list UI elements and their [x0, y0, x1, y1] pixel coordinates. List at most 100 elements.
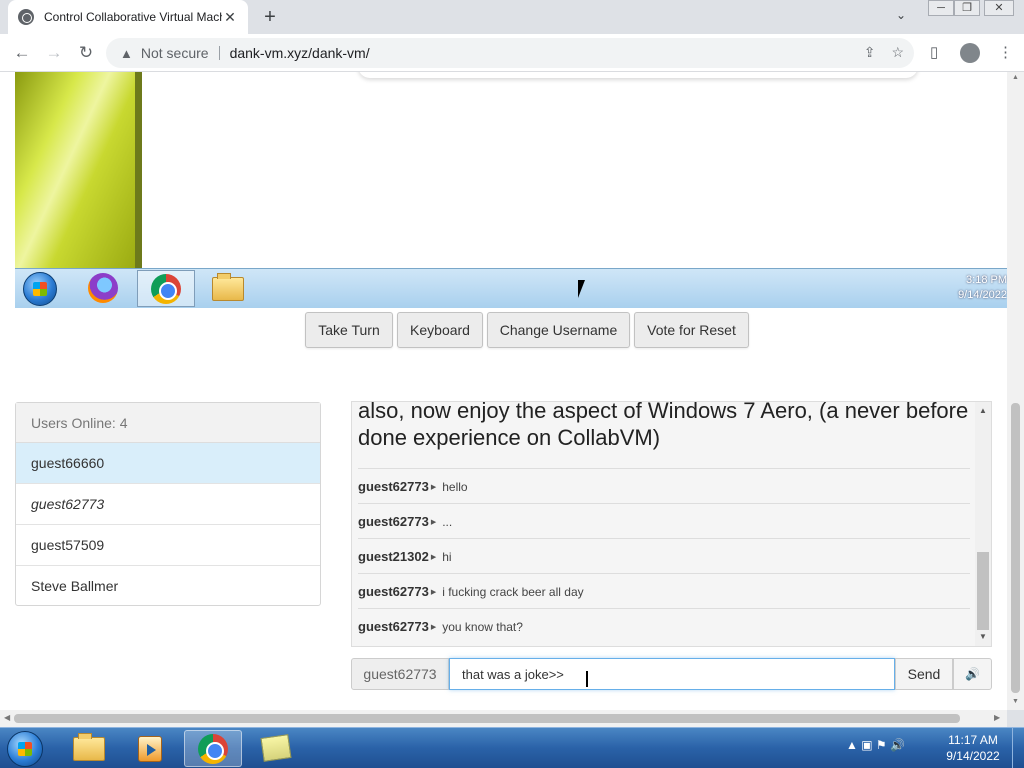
- vm-screen[interactable]: 3:18 PM 9/14/2022: [15, 72, 1007, 308]
- vote-reset-button[interactable]: Vote for Reset: [634, 312, 749, 348]
- vm-wallpaper: [15, 72, 142, 268]
- host-taskbar: ▲ ▣ ⚑ 🔊 11:17 AM 9/14/2022: [0, 727, 1024, 768]
- bookmark-star-icon[interactable]: ☆: [891, 44, 904, 61]
- windows-orb-icon: [7, 731, 43, 767]
- page-scroll-thumb[interactable]: [1011, 403, 1020, 693]
- arrow-icon: ▶: [430, 553, 437, 561]
- tab-close-icon[interactable]: ✕: [222, 9, 238, 26]
- folder-icon: [73, 733, 105, 761]
- user-list-item[interactable]: guest66660: [16, 443, 320, 484]
- browser-tab[interactable]: Control Collaborative Virtual Machine ✕: [8, 0, 248, 34]
- vm-firefox-button[interactable]: [75, 270, 133, 307]
- user-list-item[interactable]: Steve Ballmer: [16, 566, 320, 607]
- host-clock-time: 11:17 AM: [948, 733, 998, 747]
- profile-avatar-icon[interactable]: [960, 43, 980, 63]
- forward-button[interactable]: →: [42, 41, 66, 65]
- window-close-button[interactable]: ✕: [984, 0, 1014, 16]
- browser-menu-icon[interactable]: ⋮: [998, 43, 1013, 61]
- browser-toolbar: ← → ↻ ▲ Not secure dank-vm.xyz/dank-vm/ …: [0, 34, 1024, 72]
- host-clock[interactable]: 11:17 AM 9/14/2022: [942, 732, 1004, 764]
- arrow-icon: ▶: [430, 483, 437, 491]
- chat-scrollbar[interactable]: ▲ ▼: [975, 402, 991, 646]
- chat-text: you know that?: [442, 619, 523, 634]
- send-button[interactable]: Send: [895, 658, 953, 690]
- page-hscroll-thumb[interactable]: [14, 714, 960, 723]
- vm-window-edge: [358, 72, 918, 78]
- vm-explorer-button[interactable]: [199, 270, 257, 307]
- arrow-icon: ▶: [430, 623, 437, 631]
- mouse-cursor-icon: [578, 280, 585, 298]
- chat-text: ...: [442, 514, 453, 529]
- chat-message: guest62773 ▶...: [358, 503, 970, 539]
- page-vertical-scrollbar[interactable]: ▲ ▼: [1007, 72, 1024, 710]
- chat-username[interactable]: guest62773: [358, 584, 429, 599]
- arrow-icon: ▶: [430, 518, 437, 526]
- host-start-button[interactable]: [5, 730, 45, 767]
- keyboard-button[interactable]: Keyboard: [397, 312, 483, 348]
- scroll-down-icon[interactable]: ▼: [1007, 698, 1024, 705]
- host-chrome-button[interactable]: [184, 730, 242, 767]
- sticky-notes-icon: [260, 734, 292, 762]
- scroll-down-icon[interactable]: ▼: [975, 632, 991, 641]
- warning-icon[interactable]: ▲: [120, 46, 133, 61]
- scroll-up-icon[interactable]: ▲: [975, 406, 991, 415]
- host-sticky-notes-button[interactable]: [246, 730, 304, 767]
- system-tray-icons[interactable]: ▲ ▣ ⚑ 🔊: [846, 738, 905, 752]
- show-desktop-button[interactable]: [1012, 728, 1024, 768]
- vm-clock[interactable]: 3:18 PM 9/14/2022: [957, 273, 1007, 303]
- vm-clock-time: 3:18 PM: [966, 274, 1007, 286]
- chat-text: i fucking crack beer all day: [442, 584, 584, 599]
- chat-message: guest21302 ▶ hi: [358, 538, 970, 574]
- chat-message: guest62773 ▶ i fucking crack beer all day: [358, 573, 970, 609]
- chat-announcement: also, now enjoy the aspect of Windows 7 …: [358, 401, 969, 450]
- chat-username[interactable]: guest62773: [358, 514, 429, 529]
- media-player-icon: [138, 736, 162, 762]
- security-label[interactable]: Not secure: [141, 46, 220, 60]
- user-list-item[interactable]: guest62773: [16, 484, 320, 525]
- scroll-right-icon[interactable]: ▶: [994, 713, 1000, 722]
- host-media-player-button[interactable]: [122, 730, 180, 767]
- minimize-button[interactable]: ─: [928, 0, 954, 16]
- vm-start-orb-icon[interactable]: [23, 272, 57, 306]
- chat-input[interactable]: [449, 658, 895, 690]
- chat-log[interactable]: also, now enjoy the aspect of Windows 7 …: [351, 401, 992, 647]
- side-panel-icon[interactable]: ▯: [930, 43, 938, 61]
- globe-icon: [18, 9, 34, 25]
- users-online-header: Users Online: 4: [16, 403, 320, 443]
- speaker-icon: 🔊: [965, 667, 980, 681]
- chat-text: hello: [442, 479, 468, 494]
- chrome-icon: [198, 734, 228, 764]
- new-tab-button[interactable]: +: [259, 6, 281, 28]
- reload-button[interactable]: ↻: [74, 41, 98, 65]
- page-viewport: 3:18 PM 9/14/2022 Take Turn Keyboard Cha…: [0, 72, 1024, 710]
- change-username-button[interactable]: Change Username: [487, 312, 630, 348]
- restore-button[interactable]: ❐: [954, 0, 980, 16]
- users-online-panel: Users Online: 4 guest66660 guest62773 gu…: [15, 402, 321, 606]
- sound-toggle-button[interactable]: 🔊: [953, 658, 992, 690]
- tab-strip: Control Collaborative Virtual Machine ✕ …: [0, 0, 1024, 34]
- chrome-icon: [151, 274, 181, 304]
- share-icon[interactable]: ⇪: [864, 44, 876, 61]
- scroll-up-icon[interactable]: ▲: [1007, 74, 1024, 81]
- chat-username[interactable]: guest62773: [358, 619, 429, 634]
- back-button[interactable]: ←: [10, 41, 34, 65]
- firefox-icon: [88, 273, 118, 303]
- chat-username[interactable]: guest21302: [358, 549, 429, 564]
- take-turn-button[interactable]: Take Turn: [305, 312, 393, 348]
- chat-message: guest62773 ▶ you know that?: [358, 608, 970, 644]
- tab-title: Control Collaborative Virtual Machine: [44, 10, 222, 24]
- address-bar[interactable]: ▲ Not secure dank-vm.xyz/dank-vm/ ⇪ ☆: [106, 38, 914, 68]
- tab-search-icon[interactable]: ⌄: [896, 8, 906, 22]
- host-clock-date: 9/14/2022: [946, 749, 1000, 763]
- chat-text: hi: [442, 549, 452, 564]
- page-horizontal-scrollbar[interactable]: ◀ ▶: [0, 710, 1007, 727]
- scroll-left-icon[interactable]: ◀: [4, 713, 10, 722]
- url-text[interactable]: dank-vm.xyz/dank-vm/: [230, 45, 370, 61]
- host-explorer-button[interactable]: [60, 730, 118, 767]
- folder-icon: [212, 273, 244, 301]
- chat-username[interactable]: guest62773: [358, 479, 429, 494]
- user-list-item[interactable]: guest57509: [16, 525, 320, 566]
- chat-scroll-thumb[interactable]: [977, 552, 989, 630]
- chat-username-label: guest62773: [351, 658, 449, 690]
- vm-chrome-button[interactable]: [137, 270, 195, 307]
